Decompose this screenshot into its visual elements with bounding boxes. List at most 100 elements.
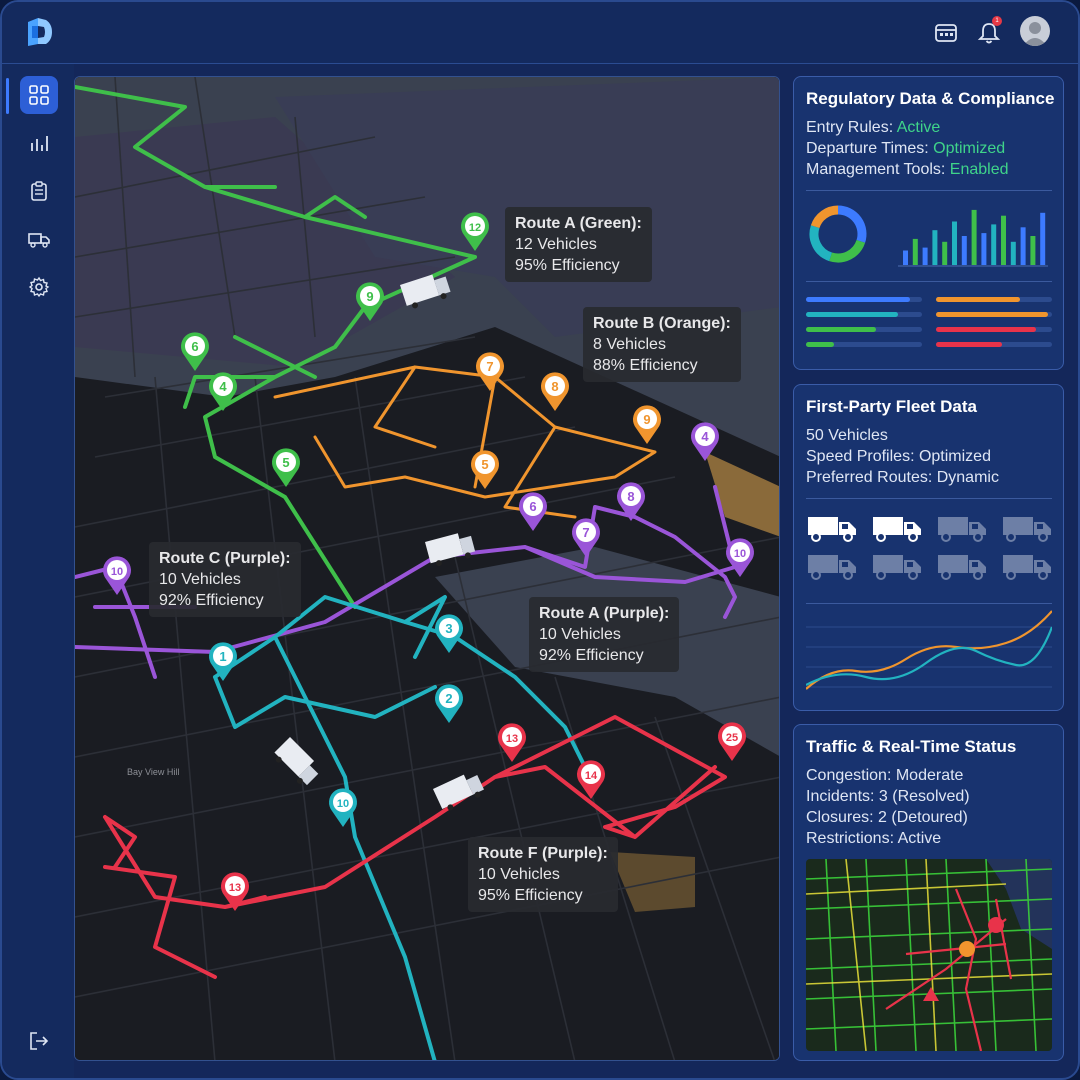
truck-icon-inactive — [873, 555, 921, 580]
callout-title: Route B (Orange): — [593, 315, 731, 332]
marker-label: 4 — [701, 429, 709, 444]
incidents-row: Incidents: 3 (Resolved) — [806, 788, 970, 805]
marker-label: 1 — [219, 649, 226, 664]
mini-bar — [1010, 241, 1016, 265]
callout-route-a-green[interactable]: Route A (Green): 12 Vehicles 95% Efficie… — [505, 207, 652, 282]
donut-chart — [809, 205, 867, 263]
route-map[interactable]: 12 9 6 4 5 7 8 9 5 4 6 8 7 10 10 3 1 2 10 13 25 14 13 Bay View… — [74, 76, 780, 1061]
marker-label: 6 — [191, 339, 198, 354]
panel-title: Regulatory Data & Compliance — [806, 89, 1055, 108]
congestion-row: Congestion: Moderate — [806, 767, 964, 784]
compliance-progress-bars — [806, 297, 1052, 347]
marker-label: 10 — [111, 566, 123, 578]
marker-label: 9 — [366, 289, 373, 304]
marker-label: 5 — [282, 455, 289, 470]
progress-bar — [806, 342, 922, 347]
mini-bar — [1001, 215, 1006, 265]
callout-title: Route F (Purple): — [478, 845, 608, 862]
donut-segment — [810, 205, 839, 229]
divider — [806, 281, 1052, 282]
divider — [806, 498, 1052, 499]
sidebar-item-settings[interactable] — [20, 268, 58, 306]
panel-title: First-Party Fleet Data — [806, 397, 977, 416]
row-value: Enabled — [949, 161, 1009, 178]
truck-icon-active — [873, 517, 921, 542]
management-tools-row: Management Tools: Enabled — [806, 161, 1009, 179]
marker-label: 5 — [481, 457, 488, 472]
truck-icon-inactive — [1003, 517, 1051, 542]
marker-label: 7 — [582, 525, 589, 540]
sidebar-item-logout[interactable] — [20, 1022, 58, 1060]
incident-icon[interactable] — [988, 917, 1004, 933]
app-window: 1 12 9 6 4 5 7 8 9 5 4 6 8 7 10 10 3 1 2… — [0, 0, 1080, 1080]
progress-bar — [806, 327, 922, 332]
marker-label: 13 — [229, 882, 241, 894]
panel-title: Traffic & Real-Time Status — [806, 737, 1017, 756]
top-bar: 1 — [2, 2, 1078, 64]
divider — [806, 603, 1052, 604]
row-label: Entry Rules: — [806, 119, 897, 136]
truck-icon-active — [808, 517, 856, 542]
row-value: Optimized — [933, 140, 1006, 157]
callout-route-c-purple[interactable]: Route C (Purple): 10 Vehicles 92% Effici… — [149, 542, 301, 617]
callout-route-b-orange[interactable]: Route B (Orange): 8 Vehicles 88% Efficie… — [583, 307, 741, 382]
traffic-panel: Traffic & Real-Time Status Congestion: M… — [793, 724, 1064, 1061]
compliance-charts — [809, 205, 1048, 267]
mini-bar — [952, 221, 957, 265]
closures-row: Closures: 2 (Detoured) — [806, 809, 968, 826]
truck-icon-inactive — [938, 555, 986, 580]
sidebar — [2, 64, 74, 1078]
marker-label: 25 — [726, 732, 738, 744]
fleet-panel: First-Party Fleet Data 50 Vehicles Speed… — [793, 384, 1064, 711]
callout-vehicles: 10 Vehicles — [159, 571, 241, 588]
active-indicator — [6, 78, 9, 114]
marker-label: 7 — [486, 359, 493, 374]
progress-bar — [936, 297, 1052, 302]
marker-label: 10 — [337, 798, 349, 810]
bar-chart-icon — [31, 136, 48, 151]
callout-efficiency: 92% Efficiency — [539, 647, 644, 664]
marker-label: 2 — [445, 691, 452, 706]
sidebar-item-fleet[interactable] — [20, 220, 58, 258]
speed-profiles-row: Speed Profiles: Optimized — [806, 448, 991, 465]
callout-title: Route C (Purple): — [159, 550, 291, 567]
mini-bar — [991, 224, 997, 265]
row-label: Departure Times: — [806, 140, 934, 157]
fleet-trend-chart — [806, 610, 1052, 690]
progress-bar — [806, 312, 922, 317]
sidebar-item-dashboard[interactable] — [20, 76, 58, 114]
callout-title: Route A (Purple): — [539, 605, 670, 622]
incident-icon[interactable] — [959, 941, 975, 957]
mini-bar — [922, 247, 928, 265]
divider — [806, 190, 1052, 191]
mini-bar — [942, 241, 948, 265]
marker-label: 14 — [585, 770, 598, 782]
regulatory-panel: Regulatory Data & Compliance Entry Rules… — [793, 76, 1064, 370]
calendar-icon[interactable] — [933, 20, 959, 46]
mini-bar — [981, 233, 987, 265]
callout-vehicles: 12 Vehicles — [515, 236, 597, 253]
sidebar-item-analytics[interactable] — [20, 124, 58, 162]
donut-segment — [837, 205, 867, 243]
logo-icon[interactable] — [24, 16, 54, 48]
callout-route-a-purple[interactable]: Route A (Purple): 10 Vehicles 92% Effici… — [529, 597, 680, 672]
marker-label: 9 — [643, 412, 650, 427]
progress-bar — [936, 342, 1052, 347]
mini-bar — [932, 230, 938, 265]
truck-icon-inactive — [938, 517, 986, 542]
grid-icon — [29, 85, 49, 105]
mini-bar — [1020, 227, 1026, 265]
notification-badge: 1 — [992, 16, 1002, 26]
donut-segment — [809, 225, 833, 262]
user-avatar[interactable] — [1020, 16, 1050, 46]
mini-bar — [1040, 212, 1046, 265]
mini-bar — [1030, 236, 1036, 265]
place-label: Bay View Hill — [127, 767, 180, 777]
donut-segment — [829, 239, 866, 263]
preferred-routes-row: Preferred Routes: Dynamic — [806, 469, 999, 486]
traffic-map-thumbnail[interactable] — [806, 859, 1052, 1051]
callout-route-f-purple[interactable]: Route F (Purple): 10 Vehicles 95% Effici… — [468, 837, 618, 912]
marker-label: 13 — [506, 733, 518, 745]
sidebar-item-reports[interactable] — [20, 172, 58, 210]
marker-label: 8 — [551, 379, 558, 394]
